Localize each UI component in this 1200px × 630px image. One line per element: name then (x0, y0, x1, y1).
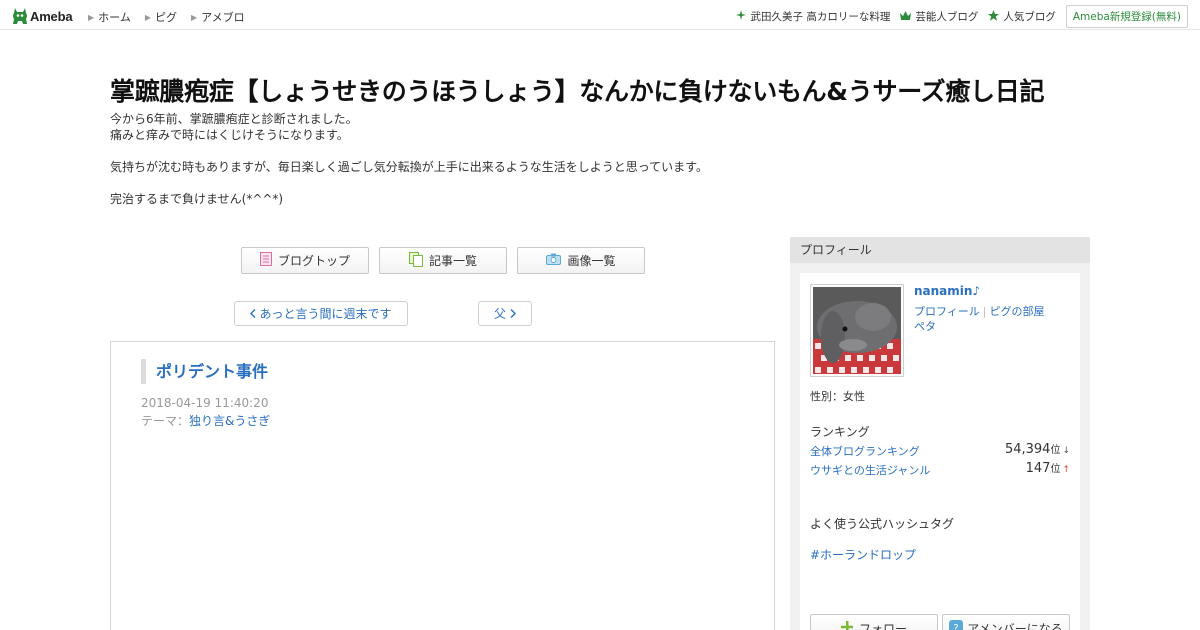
profile-box: nanamin♪ プロフィール | ピグの部屋 ペタ 性別：女性 ランキング 全体ブ… (800, 273, 1080, 630)
top-nav: ▶ ホーム ▶ ピグ ▶ アメブロ (88, 9, 245, 25)
image-list-button[interactable]: 画像一覧 (517, 247, 645, 274)
blog-description: 今から6年前、掌蹠膿疱症と診断されました。 痛みと痒みで時にはくじけそうになりま… (110, 111, 708, 207)
follow-button[interactable]: フォロー (810, 614, 938, 630)
previous-article-button[interactable]: あっと言う間に週末です (234, 301, 408, 326)
blog-title[interactable]: 掌蹠膿疱症【しょうせきのうほうしょう】なんかに負けないもん&うサーズ癒し日記 (110, 72, 1044, 108)
crown-icon (900, 10, 912, 23)
top-right-links: 武田久美子 高カロリーな料理 芸能人ブログ 人気ブログ Ameba新規登録(無料… (736, 5, 1188, 28)
previous-article-label: あっと言う間に週末です (259, 307, 392, 321)
nav-item-label: アメブロ (201, 11, 245, 24)
next-article-label: 父 (493, 307, 506, 321)
separator: | (982, 305, 987, 318)
ranking-row: 全体ブログランキング 54,394位 ↓ (810, 441, 1070, 459)
ranking-number: 147 (1025, 461, 1051, 476)
chevron-right-icon: ▶ (144, 12, 151, 22)
nav-item-label: ホーム (98, 11, 131, 24)
chevron-left-icon (250, 307, 256, 321)
profile-link[interactable]: プロフィール (914, 305, 980, 318)
article-date: 2018-04-19 11:40:20 (141, 396, 269, 410)
follow-label: フォロー (858, 621, 907, 630)
blog-description-line: 痛みと痒みで時にはくじけそうになります。 (110, 128, 349, 142)
hashtag-link[interactable]: #ホーランドロップ (810, 546, 916, 563)
popular-blog-label: 人気ブログ (1003, 11, 1056, 23)
ranking-number: 54,394 (1004, 442, 1051, 457)
celebrity-blog-link[interactable]: 芸能人ブログ (900, 9, 978, 24)
ranking-name[interactable]: ウサギとの生活ジャンル (810, 464, 930, 477)
blog-description-line: 完治するまで負けません(*^^*) (110, 192, 284, 206)
trending-link-label: 武田久美子 高カロリーな料理 (750, 11, 891, 23)
sparkle-icon (736, 10, 747, 23)
profile-name[interactable]: nanamin♪ (914, 284, 980, 298)
article-theme-prefix: テーマ： (141, 414, 190, 428)
ranking-heading: ランキング (810, 425, 870, 439)
logo-text: Ameba (30, 8, 73, 24)
top-bar: Ameba ▶ ホーム ▶ ピグ ▶ アメブロ 武田久美子 高カロリーな料理 芸… (0, 0, 1200, 30)
star-icon (988, 9, 1000, 24)
signup-button[interactable]: Ameba新規登録(無料) (1065, 5, 1188, 28)
trending-link[interactable]: 武田久美子 高カロリーな料理 (736, 9, 890, 24)
nav-item-pigg[interactable]: ▶ ピグ (145, 9, 177, 25)
ranking-unit: 位 (1050, 445, 1061, 456)
article-list-button[interactable]: 記事一覧 (379, 247, 507, 274)
rabbit-photo (813, 287, 901, 374)
arrow-down-icon: ↓ (1062, 446, 1070, 456)
nav-item-home[interactable]: ▶ ホーム (88, 9, 131, 25)
blog-top-label: ブログトップ (277, 254, 350, 268)
ranking-unit: 位 (1050, 464, 1061, 475)
nav-item-label: ピグ (154, 11, 177, 24)
profile-links: プロフィール | ピグの部屋 ペタ (914, 304, 1064, 334)
arrow-up-icon: ↑ (1062, 465, 1070, 475)
profile-sidebar: プロフィール nanamin♪ プロフィール | ピグの部屋 ペタ 性別：女性 … (790, 237, 1090, 630)
chevron-right-icon: ▶ (190, 12, 198, 22)
ameba-logo[interactable]: Ameba (12, 6, 73, 26)
nav-item-ameblo[interactable]: ▶ アメブロ (191, 9, 245, 25)
image-list-label: 画像一覧 (567, 254, 616, 268)
article-list-label: 記事一覧 (428, 254, 477, 268)
article-theme: テーマ：独り言&うさぎ (141, 412, 270, 429)
ranking-value: 54,394位 ↓ (1005, 441, 1070, 457)
blog-description-line: 気持ちが沈む時もありますが、毎日楽しく過ごし気分転換が上手に出来るような生活をし… (110, 160, 708, 174)
camera-icon (546, 253, 562, 268)
blog-top-button[interactable]: ブログトップ (241, 247, 369, 274)
plus-icon (840, 620, 853, 630)
ranking-value: 147位 ↑ (1026, 460, 1070, 476)
next-article-button[interactable]: 父 (478, 301, 532, 326)
hashtag-heading: よく使う公式ハッシュタグ (810, 517, 955, 531)
member-label: アメンバーになる (967, 621, 1063, 630)
ranking-row: ウサギとの生活ジャンル 147位 ↑ (810, 460, 1070, 478)
profile-gender: 性別：女性 (810, 390, 865, 403)
ameba-logo-icon (12, 7, 28, 25)
member-icon: ? (949, 619, 964, 630)
pigg-room-link[interactable]: ピグの部屋 (990, 305, 1045, 318)
article-theme-link[interactable]: 独り言&うさぎ (189, 414, 270, 428)
sidebar-heading: プロフィール (790, 237, 1090, 263)
blog-description-line (110, 175, 708, 191)
document-icon (259, 252, 272, 269)
chevron-right-icon (510, 307, 516, 321)
peta-link[interactable]: ペタ (914, 320, 936, 333)
chevron-right-icon: ▶ (88, 12, 95, 22)
avatar[interactable] (810, 284, 904, 377)
blog-nav: ブログトップ 記事一覧 画像一覧 (241, 247, 645, 274)
celebrity-blog-label: 芸能人ブログ (915, 11, 979, 23)
copy-documents-icon (408, 251, 423, 270)
become-member-button[interactable]: ? アメンバーになる (942, 614, 1070, 630)
ranking-name[interactable]: 全体ブログランキング (810, 445, 920, 458)
article-card: ポリデント事件 2018-04-19 11:40:20 テーマ：独り言&うさぎ (110, 341, 775, 630)
popular-blog-link[interactable]: 人気ブログ (988, 9, 1056, 24)
blog-description-line: 今から6年前、掌蹠膿疱症と診断されました。 (110, 112, 358, 126)
blog-description-line (110, 143, 708, 159)
svg-text:?: ? (954, 623, 959, 630)
article-title[interactable]: ポリデント事件 (141, 359, 268, 384)
